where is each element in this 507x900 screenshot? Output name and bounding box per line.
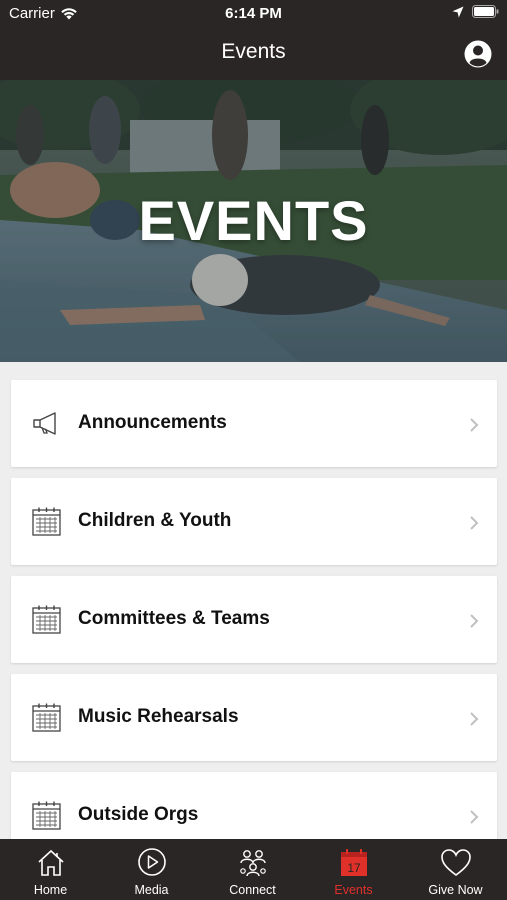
calendar-icon [32, 507, 61, 536]
status-bar: Carrier 6:14 PM [0, 0, 507, 28]
chevron-right-icon [470, 712, 479, 726]
heart-icon [441, 849, 471, 876]
tab-label: Media [134, 883, 169, 897]
megaphone-icon [33, 412, 56, 435]
list-item-label: Music Rehearsals [78, 706, 239, 727]
chevron-right-icon [470, 418, 479, 432]
list-item-label: Announcements [78, 412, 227, 433]
chevron-right-icon [470, 810, 479, 824]
list-item-committees-teams[interactable]: Committees & Teams [11, 576, 497, 663]
status-indicators [452, 5, 499, 18]
calendar-date-number: 17 [347, 861, 361, 875]
tab-connect[interactable]: Connect [202, 839, 303, 900]
list-item-children-youth[interactable]: Children & Youth [11, 478, 497, 565]
location-arrow-icon [452, 6, 464, 17]
tab-label: Home [33, 883, 68, 897]
people-icon [240, 850, 266, 877]
tab-media[interactable]: Media [101, 839, 202, 900]
profile-icon[interactable] [464, 40, 492, 68]
navigation-bar: Events [0, 28, 507, 80]
calendar-icon [32, 801, 61, 830]
hero-banner: EVENTS [0, 80, 507, 362]
list-item-label: Children & Youth [78, 510, 232, 531]
list-item-label: Outside Orgs [78, 804, 199, 825]
tab-bar: Home Media Connect 17 Events Give Now [0, 839, 507, 900]
status-time: 6:14 PM [225, 5, 282, 22]
page-title: Events [221, 40, 286, 63]
tab-label: Connect [229, 883, 276, 897]
chevron-right-icon [470, 516, 479, 530]
tab-give-now[interactable]: Give Now [404, 839, 507, 900]
tab-events[interactable]: 17 Events [303, 839, 404, 900]
home-icon [38, 849, 64, 876]
calendar-icon [32, 703, 61, 732]
tab-label: Give Now [428, 883, 483, 897]
list-item-label: Committees & Teams [78, 608, 270, 629]
hero-title: EVENTS [138, 189, 369, 252]
list-item-announcements[interactable]: Announcements [11, 380, 497, 467]
tab-home[interactable]: Home [0, 839, 101, 900]
play-icon [138, 848, 166, 876]
calendar-17-icon: 17 [341, 849, 367, 876]
list-item-music-rehearsals[interactable]: Music Rehearsals [11, 674, 497, 761]
event-category-list: Announcements Children & Youth Committee [11, 380, 497, 870]
tab-label: Events [334, 883, 373, 897]
chevron-right-icon [470, 614, 479, 628]
calendar-icon [32, 605, 61, 634]
battery-icon [472, 5, 499, 18]
